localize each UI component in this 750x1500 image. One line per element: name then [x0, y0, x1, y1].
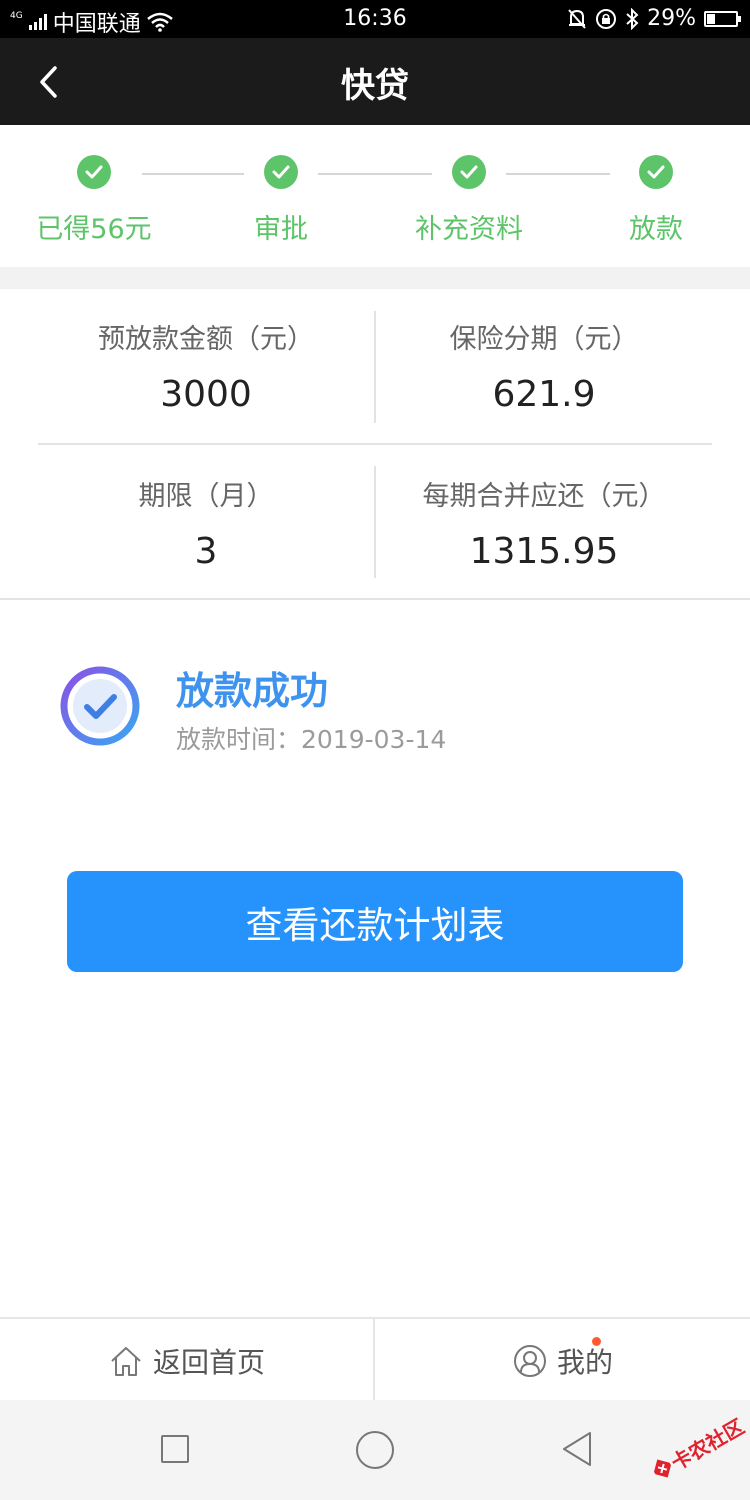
horizontal-divider [38, 443, 712, 445]
loan-info-grid: 预放款金额（元） 3000 保险分期（元） 621.9 期限（月） 3 每期合并… [0, 289, 750, 599]
step-item: 放款 [571, 155, 741, 246]
battery-icon [704, 10, 741, 27]
page-title: 快贷 [341, 66, 409, 106]
step-label: 放款 [629, 214, 683, 245]
recent-apps-button[interactable] [161, 1435, 189, 1463]
home-button[interactable] [356, 1431, 394, 1469]
home-icon [111, 1346, 141, 1376]
progress-steps: 已得56元 审批 补充资料 放款 [0, 125, 750, 267]
term-cell: 期限（月） 3 [37, 474, 375, 572]
user-icon [513, 1344, 546, 1377]
result-title: 放款成功 [176, 669, 329, 713]
battery-fill [707, 13, 715, 24]
bottom-tab-bar: 返回首页 我的 [0, 1317, 750, 1402]
cell-title: 保险分期（元） [449, 324, 639, 355]
cell-value: 3 [194, 531, 218, 572]
insurance-installment-cell: 保险分期（元） 621.9 [375, 317, 713, 415]
battery-percent: 29% [647, 6, 696, 31]
pre-loan-amount-cell: 预放款金额（元） 3000 [37, 317, 375, 415]
step-item: 已得56元 [9, 155, 179, 246]
vertical-divider [374, 311, 376, 423]
check-icon [264, 155, 298, 189]
rotation-lock-icon [596, 8, 617, 29]
grid-bottom-border [0, 598, 750, 600]
success-check-icon [60, 666, 140, 746]
result-time: 放款时间：2019-03-14 [176, 725, 447, 754]
per-period-payment-cell: 每期合并应还（元） 1315.95 [375, 474, 713, 572]
cell-value: 1315.95 [469, 531, 619, 572]
navbar: 快贷 [0, 38, 750, 125]
tab-mine-label: 我的 [556, 1345, 613, 1379]
step-label: 补充资料 [415, 214, 523, 245]
cell-value: 621.9 [492, 374, 596, 415]
vertical-divider [374, 466, 376, 578]
check-icon [452, 155, 486, 189]
tab-mine[interactable]: 我的 [376, 1319, 750, 1402]
cell-value: 3000 [160, 374, 252, 415]
check-icon [77, 155, 111, 189]
view-repayment-plan-button[interactable]: 查看还款计划表 [67, 871, 683, 972]
tab-divider [373, 1319, 375, 1402]
step-label: 已得56元 [36, 214, 152, 245]
mute-bell-icon [568, 8, 586, 29]
loan-result: 放款成功 放款时间：2019-03-14 [0, 640, 750, 780]
cell-title: 预放款金额（元） [98, 324, 314, 355]
check-icon [639, 155, 673, 189]
cell-title: 每期合并应还（元） [422, 481, 666, 512]
step-label: 审批 [254, 214, 308, 245]
step-item: 审批 [196, 155, 366, 246]
system-navigation-bar [0, 1400, 750, 1500]
section-divider [0, 267, 750, 289]
bluetooth-icon [626, 7, 639, 30]
step-item: 补充资料 [384, 155, 554, 246]
status-right: 29% [567, 6, 741, 31]
back-triangle-icon[interactable] [560, 1430, 594, 1468]
tab-home-label: 返回首页 [152, 1345, 265, 1379]
status-bar: 4G 中国联通 16:36 29% [0, 0, 750, 38]
notification-dot [592, 1337, 601, 1346]
cell-title: 期限（月） [138, 481, 274, 512]
tab-home[interactable]: 返回首页 [0, 1319, 374, 1402]
